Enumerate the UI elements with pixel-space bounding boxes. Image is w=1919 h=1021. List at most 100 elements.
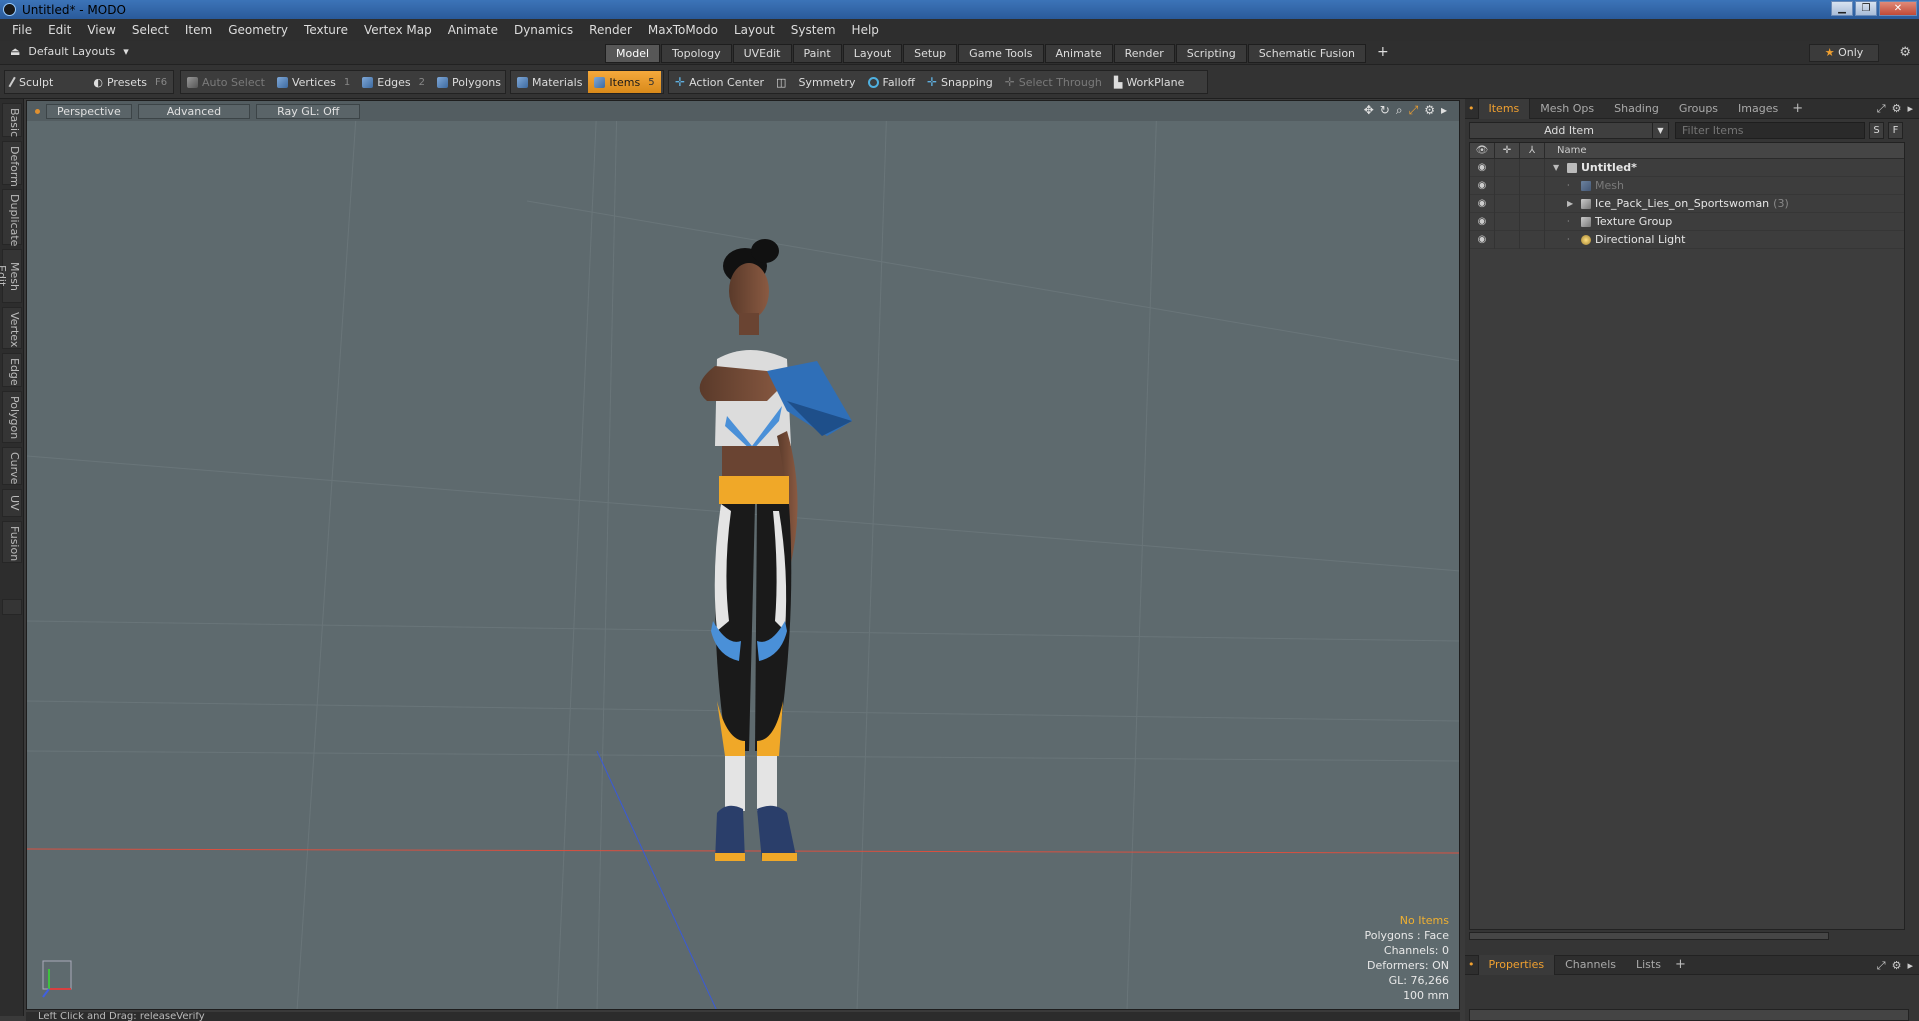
snapping-button[interactable]: ✛ Snapping (921, 71, 999, 93)
panel-arrow-icon[interactable]: ▸ (1907, 102, 1913, 116)
menu-maxtomodo[interactable]: MaxToModo (640, 23, 726, 37)
f-button[interactable]: F (1888, 122, 1903, 139)
tab-lists[interactable]: Lists (1626, 955, 1671, 975)
add-panel-tab-button[interactable]: + (1788, 99, 1807, 119)
properties-arrow-icon[interactable]: ▸ (1907, 959, 1913, 973)
pan-icon[interactable]: ✥ (1364, 103, 1374, 118)
presets-button[interactable]: ◐ Presets F6 (87, 71, 173, 93)
tab-deform[interactable]: Deform (2, 141, 22, 187)
tab-channels[interactable]: Channels (1555, 955, 1626, 975)
tab-mesh-edit[interactable]: Mesh Edit (0, 249, 22, 303)
zoom-icon[interactable]: ⌕ (1396, 103, 1403, 118)
tab-game-tools[interactable]: Game Tools (958, 44, 1044, 63)
polygons-button[interactable]: Polygons (431, 71, 507, 93)
falloff-button[interactable]: Falloff (862, 71, 921, 93)
tab-animate[interactable]: Animate (1044, 44, 1113, 63)
select-through-button[interactable]: ✛ Select Through (999, 71, 1108, 93)
tab-basic[interactable]: Basic (2, 103, 22, 137)
viewport-menu-dot-icon[interactable] (35, 108, 40, 114)
sculpt-button[interactable]: Sculpt (5, 71, 59, 93)
visibility-eye-icon[interactable]: ◉ (1470, 230, 1495, 249)
s-button[interactable]: S (1869, 122, 1884, 139)
tab-model[interactable]: Model (605, 44, 661, 63)
tab-topology[interactable]: Topology (661, 44, 732, 63)
tab-schematic-fusion[interactable]: Schematic Fusion (1247, 44, 1367, 63)
add-layout-tab-button[interactable]: + (1367, 44, 1399, 63)
3d-viewport[interactable]: Perspective Advanced Ray GL: Off ✥ ↻ ⌕ ⤢… (26, 100, 1460, 1010)
twisty-open-icon[interactable]: ▼ (1553, 163, 1563, 172)
tab-duplicate[interactable]: Duplicate (2, 189, 22, 246)
tab-groups[interactable]: Groups (1669, 99, 1728, 119)
menu-texture[interactable]: Texture (296, 23, 356, 37)
visibility-eye-icon[interactable]: ◉ (1470, 176, 1495, 195)
tab-uv[interactable]: UV (2, 489, 22, 517)
visibility-eye-icon[interactable]: ◉ (1470, 212, 1495, 231)
tab-paint[interactable]: Paint (792, 44, 842, 63)
menu-help[interactable]: Help (844, 23, 887, 37)
menu-edit[interactable]: Edit (40, 23, 79, 37)
expand-panel-icon[interactable]: ⤢ (1877, 102, 1886, 116)
menu-select[interactable]: Select (124, 23, 177, 37)
gear-icon[interactable]: ⚙ (1899, 45, 1911, 60)
maximize-button[interactable]: ❐ (1855, 1, 1877, 16)
viewport-expand-arrow-icon[interactable]: ▸ (1441, 103, 1447, 118)
items-button[interactable]: Items 5 (588, 71, 661, 93)
tree-row-ice-pack[interactable]: ◉ ▶ Ice_Pack_Lies_on_Sportswoman (3) (1470, 194, 1904, 213)
menu-layout[interactable]: Layout (726, 23, 783, 37)
vertices-button[interactable]: Vertices 1 (271, 71, 356, 93)
minimize-button[interactable]: ▁ (1831, 1, 1853, 16)
tab-setup[interactable]: Setup (903, 44, 958, 63)
default-layouts-dropdown[interactable]: ⏏ Default Layouts ▾ (10, 45, 129, 58)
tab-images[interactable]: Images (1728, 99, 1788, 119)
menu-view[interactable]: View (79, 23, 123, 37)
tab-curve[interactable]: Curve (2, 447, 22, 485)
visibility-eye-icon[interactable]: ◉ (1470, 158, 1495, 177)
panel-gear-icon[interactable]: ⚙ (1892, 102, 1902, 116)
add-properties-tab-button[interactable]: + (1671, 955, 1690, 975)
filter-items-input[interactable] (1675, 122, 1865, 139)
properties-gear-icon[interactable]: ⚙ (1892, 959, 1902, 973)
lock-column-icon[interactable]: ✛ (1495, 142, 1520, 159)
twisty-closed-icon[interactable]: ▶ (1567, 199, 1577, 208)
tab-properties[interactable]: Properties (1477, 955, 1556, 975)
menu-dynamics[interactable]: Dynamics (506, 23, 581, 37)
materials-button[interactable]: Materials (511, 71, 588, 93)
chevron-down-icon[interactable]: ▼ (1652, 123, 1668, 138)
rotate-icon[interactable]: ↻ (1380, 103, 1390, 118)
tree-row-untitled[interactable]: ◉ ▼ Untitled* (1470, 158, 1904, 177)
viewport-gear-icon[interactable]: ⚙ (1424, 103, 1435, 118)
ray-gl-button[interactable]: Ray GL: Off (256, 103, 361, 119)
tree-row-mesh[interactable]: ◉ · Mesh (1470, 176, 1904, 195)
view-type-button[interactable]: Perspective (46, 103, 132, 119)
menu-vertex-map[interactable]: Vertex Map (356, 23, 440, 37)
close-button[interactable]: ✕ (1879, 1, 1917, 16)
tab-render[interactable]: Render (1113, 44, 1175, 63)
tab-mesh-ops[interactable]: Mesh Ops (1530, 99, 1604, 119)
menu-animate[interactable]: Animate (440, 23, 506, 37)
menu-geometry[interactable]: Geometry (220, 23, 296, 37)
menu-file[interactable]: File (4, 23, 40, 37)
auto-select-button[interactable]: Auto Select (181, 71, 271, 93)
tree-row-directional-light[interactable]: ◉ · Directional Light (1470, 230, 1904, 249)
maximize-viewport-icon[interactable]: ⤢ (1409, 103, 1419, 118)
panel-menu-dot-icon[interactable]: • (1465, 99, 1478, 119)
tab-items[interactable]: Items (1477, 98, 1531, 119)
tab-vertex[interactable]: Vertex (2, 307, 22, 349)
tab-scripting[interactable]: Scripting (1175, 44, 1247, 63)
tab-layout[interactable]: Layout (842, 44, 903, 63)
visibility-column-icon[interactable]: 👁 (1470, 142, 1495, 159)
tree-row-texture-group[interactable]: ◉ · Texture Group (1470, 212, 1904, 231)
tab-collapse-handle[interactable] (2, 599, 22, 615)
properties-menu-dot-icon[interactable]: • (1465, 955, 1478, 975)
menu-system[interactable]: System (783, 23, 844, 37)
add-item-button[interactable]: Add Item ▼ (1469, 122, 1669, 139)
name-column-header[interactable]: Name (1545, 145, 1587, 156)
symmetry-button[interactable]: ◫ Symmetry (770, 71, 861, 93)
advanced-shading-button[interactable]: Advanced (137, 103, 251, 119)
action-center-button[interactable]: ✛ Action Center (669, 71, 770, 93)
horizontal-scrollbar[interactable] (1469, 932, 1829, 940)
tab-edge[interactable]: Edge (2, 353, 22, 387)
render-column-icon[interactable]: ⅄ (1520, 142, 1545, 159)
expand-properties-icon[interactable]: ⤢ (1877, 959, 1886, 973)
tab-polygon[interactable]: Polygon (2, 391, 22, 443)
